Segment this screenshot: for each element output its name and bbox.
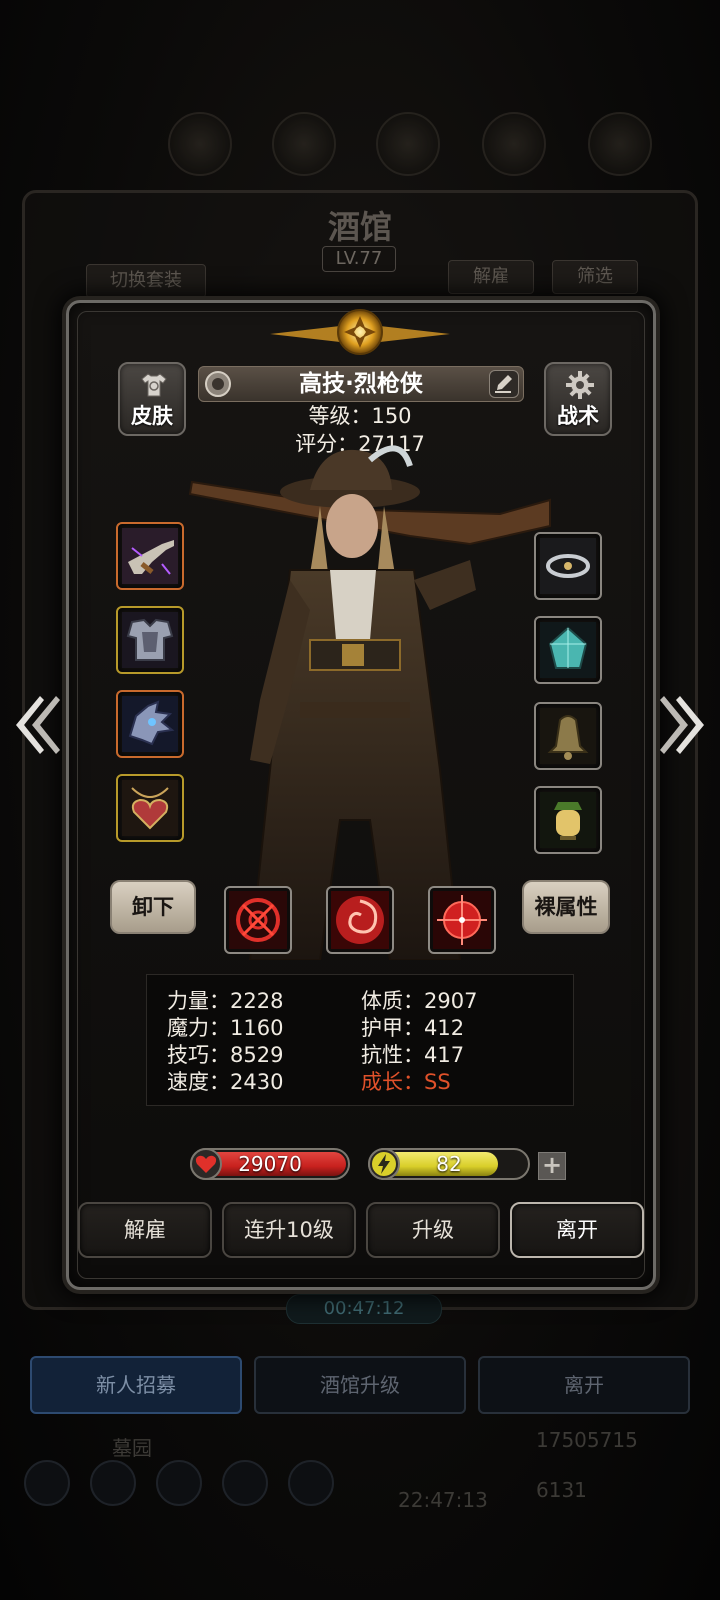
crystal-gem-icon [540, 622, 596, 678]
bg-clock: 22:47:13 [398, 1488, 488, 1512]
skill-slot-2[interactable] [326, 886, 394, 954]
bg-gem-amount: 6131 [536, 1478, 587, 1502]
bg-switch-outfit-button: 切换套装 [86, 264, 206, 298]
bg-filter-button: 筛选 [552, 260, 638, 294]
bare-stats-button[interactable]: 裸属性 [522, 880, 610, 934]
prev-hero-arrow-icon[interactable] [10, 690, 60, 760]
dragon-helm-icon [122, 696, 178, 752]
stat-strength: 力量：2228 [167, 989, 284, 1013]
hero-name: 高技·烈枪侠 [299, 371, 423, 397]
equip-slot-armor[interactable] [116, 606, 184, 674]
skin-label: 皮肤 [131, 404, 173, 428]
bg-menu-icon [168, 112, 232, 176]
stat-speed: 速度：2430 [167, 1070, 284, 1094]
hp-bar: 29070 [190, 1148, 350, 1180]
equip-slot-bell[interactable] [534, 702, 602, 770]
bg-nav-icon [156, 1460, 202, 1506]
bg-menu-icon [272, 112, 336, 176]
bg-tavern-title: 酒馆 [327, 208, 392, 246]
bronze-bell-icon [540, 708, 596, 764]
cloud-ring-icon [540, 538, 596, 594]
leave-button[interactable]: 离开 [510, 1202, 644, 1258]
bg-gold-amount: 17505715 [536, 1428, 638, 1452]
gear-icon [566, 371, 594, 399]
bg-recruit-timer: 00:47:12 [286, 1294, 442, 1324]
dismiss-button[interactable]: 解雇 [78, 1202, 212, 1258]
stat-magic: 魔力：1160 [167, 1016, 284, 1040]
stat-skill: 技巧：8529 [167, 1043, 284, 1067]
bg-graveyard-label: 墓园 [112, 1436, 152, 1460]
vortex-skill-icon [331, 891, 389, 949]
stat-armor: 护甲：412 [361, 1016, 465, 1040]
tab-leave: 离开 [478, 1356, 690, 1414]
tactics-button[interactable]: 战术 [544, 362, 612, 436]
lightning-icon [368, 1148, 400, 1180]
target-skill-icon [433, 891, 491, 949]
lantern-icon [540, 792, 596, 848]
heart-amulet-icon [122, 780, 178, 836]
bg-nav-icon [288, 1460, 334, 1506]
bg-nav-icon [24, 1460, 70, 1506]
stat-resistance: 抗性：417 [361, 1043, 465, 1067]
equip-slot-weapon[interactable] [116, 522, 184, 590]
gold-crest-icon [270, 309, 450, 355]
stat-constitution: 体质：2907 [361, 989, 478, 1013]
equip-slot-gem[interactable] [534, 616, 602, 684]
level-up-button[interactable]: 升级 [366, 1202, 500, 1258]
skin-button[interactable]: 皮肤 [118, 362, 186, 436]
stats-panel: 力量：2228 魔力：1160 技巧：8529 速度：2430 体质：2907 … [146, 974, 574, 1106]
equip-slot-ring[interactable] [534, 532, 602, 600]
equip-slot-lantern[interactable] [534, 786, 602, 854]
bg-menu-icon [482, 112, 546, 176]
bg-menu-icon [588, 112, 652, 176]
skill-slot-1[interactable] [224, 886, 292, 954]
next-hero-arrow-icon[interactable] [660, 690, 710, 760]
equip-slot-helm[interactable] [116, 690, 184, 758]
hero-name-bar: 高技·烈枪侠 [198, 366, 524, 402]
hero-level: 等级：150 [308, 404, 412, 428]
hero-portrait [188, 445, 551, 960]
level-up-10-button[interactable]: 连升10级 [222, 1202, 356, 1258]
add-energy-button[interactable]: + [538, 1152, 566, 1180]
bg-tavern-level: LV.77 [322, 246, 396, 272]
rename-button[interactable] [489, 370, 519, 398]
unequip-button[interactable]: 卸下 [110, 880, 196, 934]
chest-armor-icon [122, 612, 178, 668]
tab-tavern-upgrade: 酒馆升级 [254, 1356, 466, 1414]
stat-growth: 成长：SS [361, 1070, 451, 1094]
tab-new-recruit: 新人招募 [30, 1356, 242, 1414]
bg-nav-icon [222, 1460, 268, 1506]
bg-dismiss-button: 解雇 [448, 260, 534, 294]
flintlock-pistol-icon [122, 528, 178, 584]
bg-nav-icon [90, 1460, 136, 1506]
bg-menu-icon [376, 112, 440, 176]
equip-slot-amulet[interactable] [116, 774, 184, 842]
crosshair-skill-icon [229, 891, 287, 949]
tactics-label: 战术 [557, 404, 599, 428]
pencil-icon [495, 375, 512, 393]
shirt-icon [141, 373, 167, 397]
energy-bar: 82 [368, 1148, 530, 1180]
skill-slot-3[interactable] [428, 886, 496, 954]
heart-icon [190, 1148, 222, 1180]
